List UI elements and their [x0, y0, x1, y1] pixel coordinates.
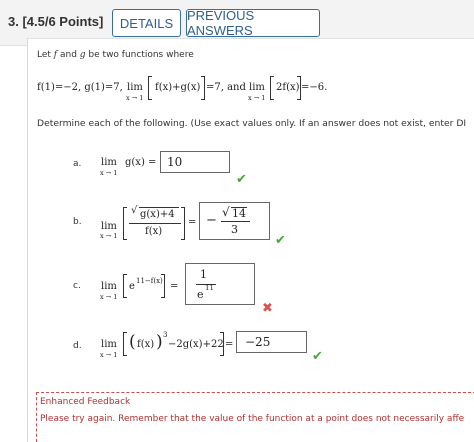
- question-number: 3. [4.5/6 Points]: [8, 14, 104, 29]
- left-bracket: [148, 76, 152, 100]
- answer-numerator: 14: [232, 207, 246, 220]
- part-d-exponent: 3: [163, 331, 168, 339]
- right-bracket: [181, 207, 185, 240]
- sum-expression: f(x)+g(x): [155, 82, 201, 93]
- answer-denominator: 3: [231, 223, 238, 236]
- left-bracket: [123, 274, 127, 298]
- part-a-answer-input[interactable]: 10: [160, 151, 230, 173]
- sqrt-symbol: √: [131, 205, 138, 216]
- feedback-title: Enhanced Feedback: [40, 397, 131, 407]
- details-button[interactable]: DETAILS: [112, 9, 181, 37]
- part-b-numerator: g(x)+4: [140, 209, 175, 220]
- equals-sign: =: [170, 281, 179, 292]
- answer-minus: −: [206, 213, 217, 228]
- fraction-bar: [221, 221, 250, 222]
- limit-subscript: x → 1: [248, 94, 266, 102]
- feedback-text: Please try again. Remember that the valu…: [40, 414, 465, 424]
- limit-subscript: x → 1: [126, 94, 144, 102]
- answer-numerator: 1: [200, 268, 207, 281]
- sqrt-overline: [139, 207, 179, 208]
- right-bracket: [201, 76, 205, 100]
- part-b-answer-input[interactable]: − √ 14 3: [199, 202, 270, 240]
- part-d-correct-icon: ✔: [312, 348, 323, 363]
- part-c-label: c.: [73, 281, 81, 291]
- limit-operator: lim: [249, 82, 265, 93]
- part-d-remaining-expression: −2g(x)+22: [168, 339, 224, 350]
- limit-subscript: x → 1: [100, 169, 118, 177]
- part-d-answer-input[interactable]: −25: [236, 331, 307, 353]
- previous-answers-button[interactable]: PREVIOUS ANSWERS: [186, 8, 320, 38]
- limit-operator: lim: [101, 281, 117, 292]
- answer-denominator-base: e: [197, 288, 204, 301]
- part-a-correct-icon: ✔: [236, 171, 247, 186]
- equals-sign: =: [225, 339, 234, 350]
- left-bracket: [123, 332, 127, 356]
- double-f-expression: 2f(x): [276, 82, 300, 93]
- left-bracket: [123, 207, 127, 240]
- part-b-correct-icon: ✔: [275, 232, 286, 247]
- sqrt-symbol: √: [222, 205, 230, 219]
- part-a-expression: g(x) =: [125, 157, 157, 168]
- right-bracket: [161, 274, 165, 298]
- part-a-label: a.: [73, 159, 82, 169]
- part-b-label: b.: [73, 217, 82, 227]
- limit-subscript: x → 1: [100, 293, 118, 301]
- sum-limit-value: =7, and: [206, 82, 246, 93]
- instruction-text: Determine each of the following. (Use ex…: [37, 118, 467, 129]
- part-c-exponent: 11−f(x): [136, 277, 163, 285]
- answer-denominator-exponent: 11: [205, 284, 214, 292]
- close-paren: ): [156, 332, 163, 352]
- condition-values: f(1)=−2, g(1)=7,: [37, 82, 123, 93]
- limit-operator: lim: [101, 157, 117, 168]
- part-c-incorrect-icon: ✖: [262, 300, 273, 315]
- limit-subscript: x → 1: [100, 232, 118, 240]
- limit-subscript: x → 1: [100, 351, 118, 359]
- limit-operator: lim: [127, 82, 143, 93]
- part-d-inner-expression: f(x): [137, 339, 155, 350]
- double-f-limit-value: =−6.: [301, 82, 328, 93]
- part-d-label: d.: [73, 341, 82, 351]
- part-b-denominator: f(x): [145, 226, 163, 237]
- right-bracket: [220, 332, 224, 356]
- intro-line: Let f and g be two functions where: [37, 50, 194, 60]
- equals-sign: =: [188, 217, 197, 228]
- part-c-answer-input[interactable]: 1 e 11: [185, 263, 255, 305]
- open-paren: (: [129, 332, 136, 352]
- left-bracket: [270, 76, 274, 100]
- part-c-base: e: [129, 281, 135, 292]
- limit-operator: lim: [101, 339, 117, 350]
- fraction-bar: [129, 223, 181, 224]
- limit-operator: lim: [101, 221, 117, 232]
